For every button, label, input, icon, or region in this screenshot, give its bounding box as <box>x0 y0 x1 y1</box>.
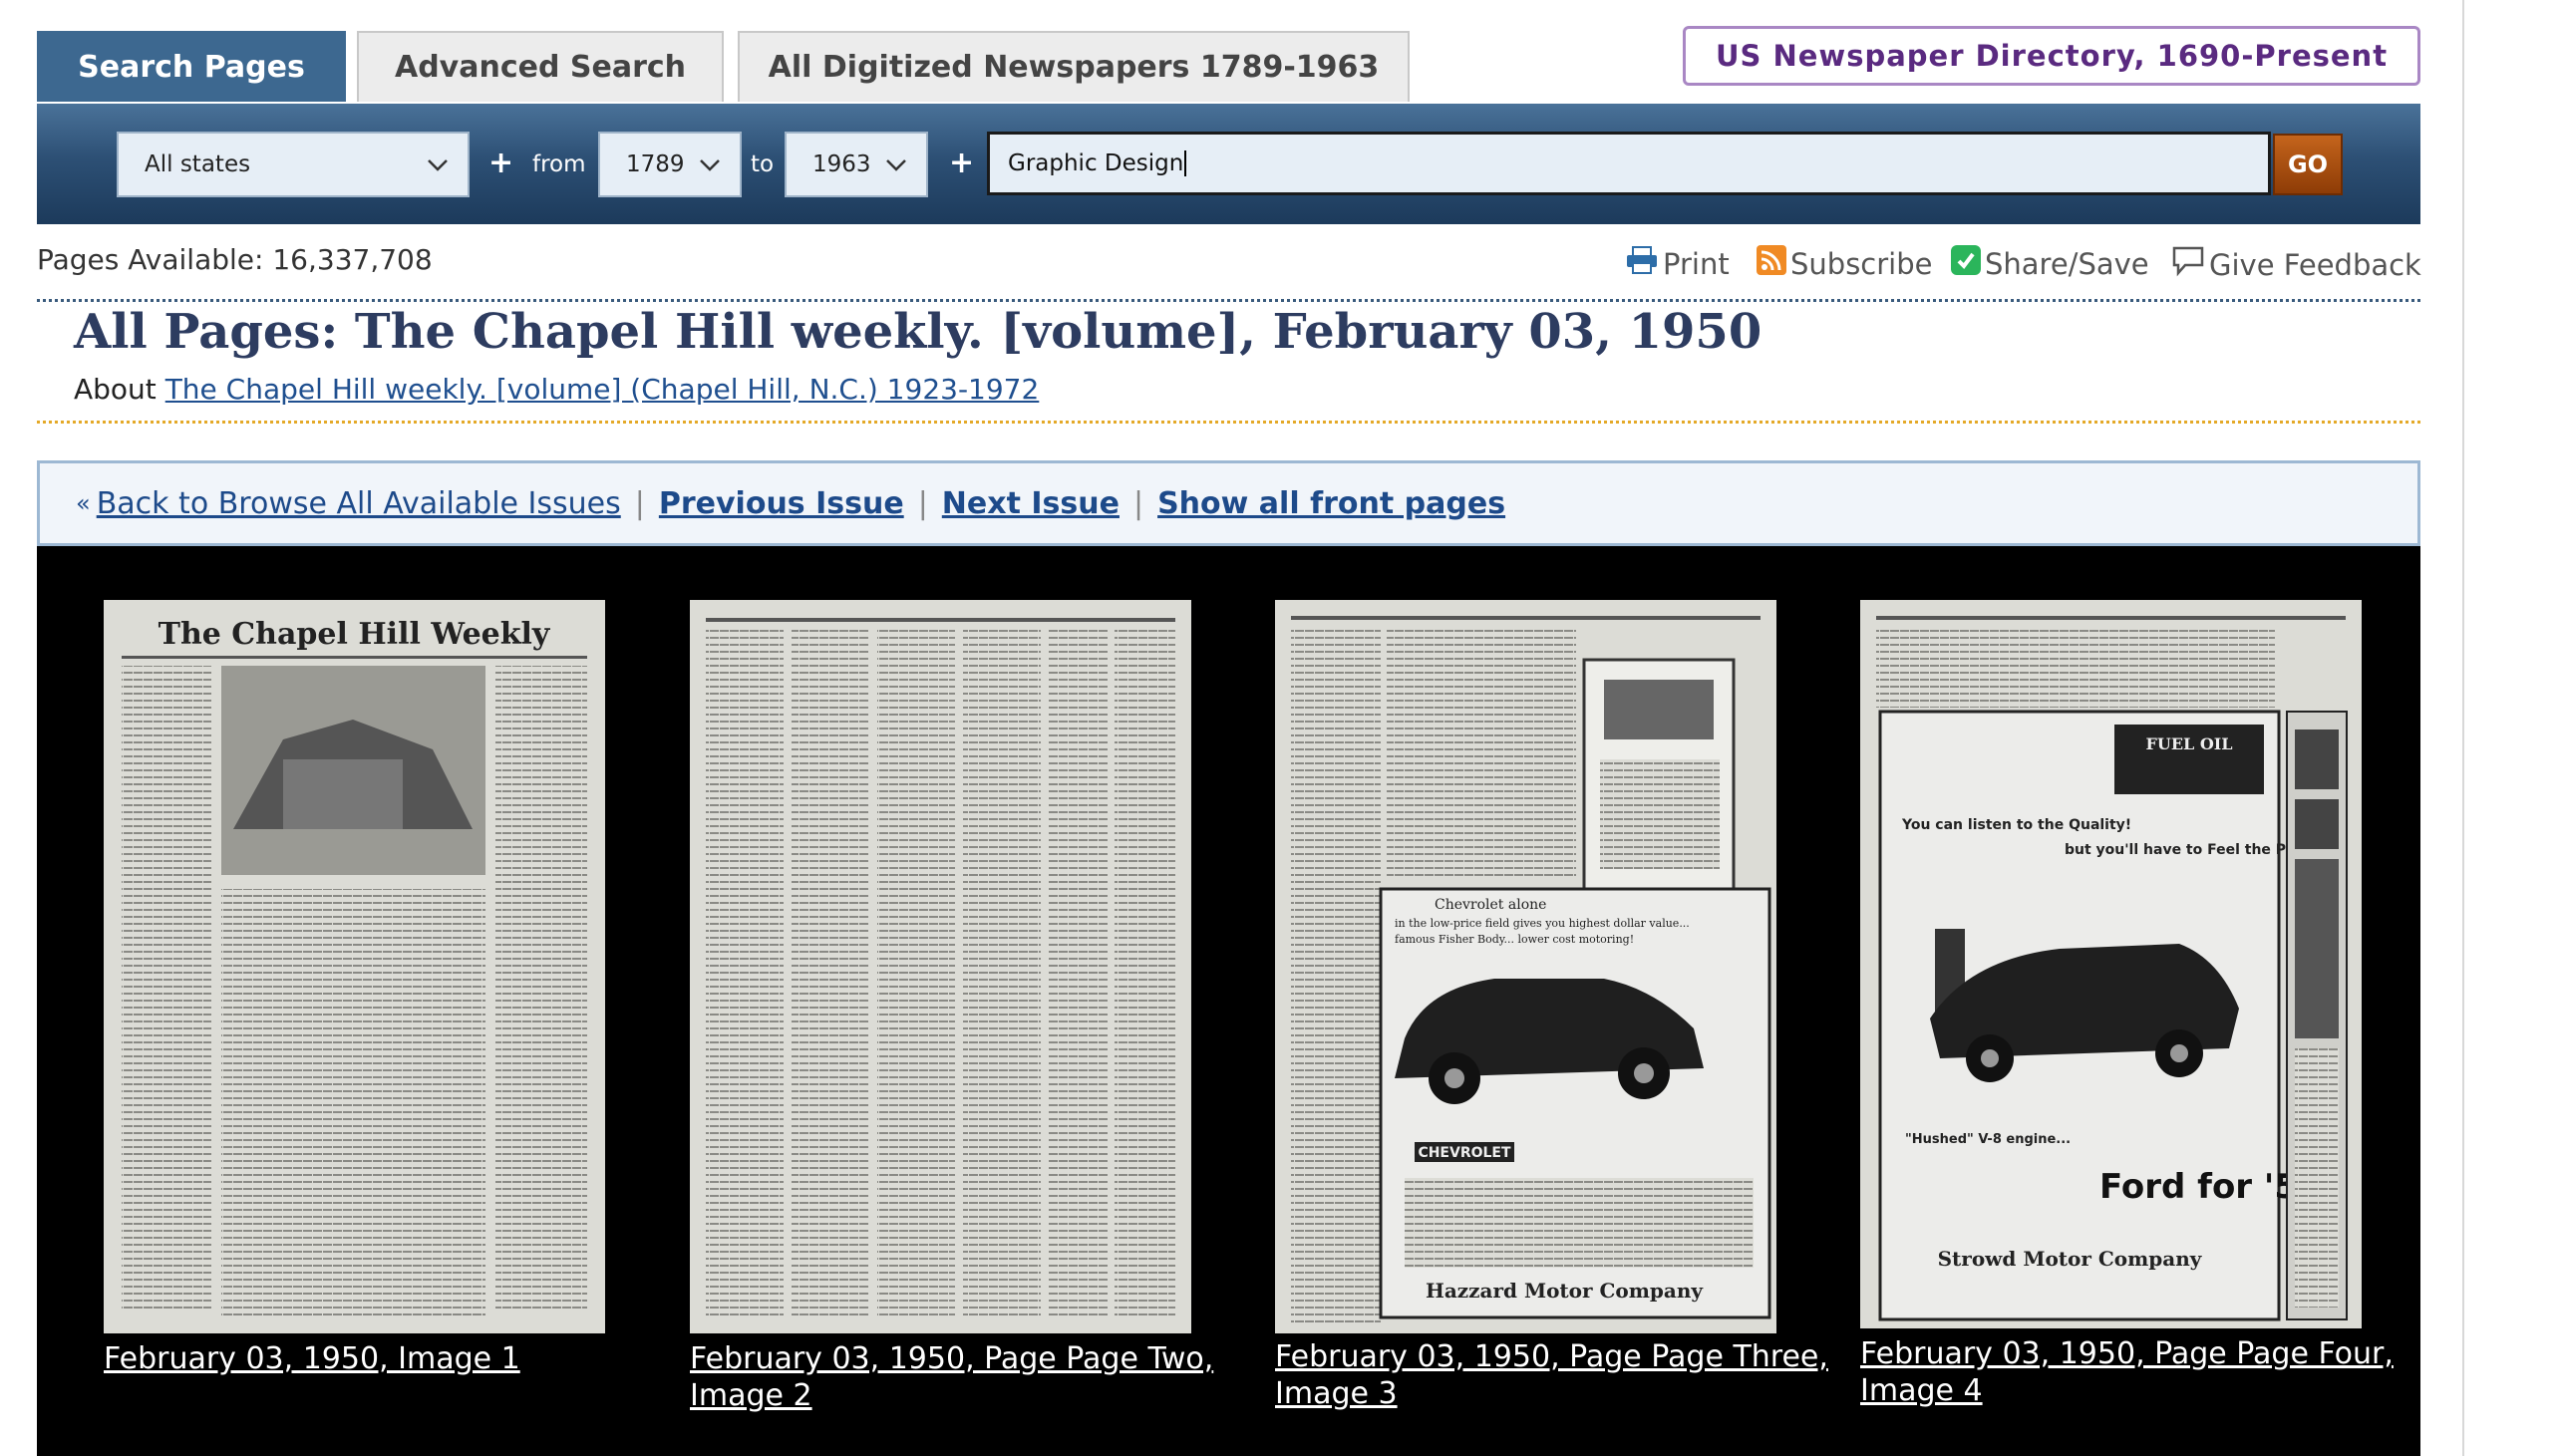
page-link-4[interactable]: February 03, 1950, Page Page Four, Image… <box>1860 1335 2418 1409</box>
give-feedback-label: Give Feedback <box>2209 247 2421 282</box>
page-link-2[interactable]: February 03, 1950, Page Page Two, Image … <box>690 1340 1248 1414</box>
page-link-3[interactable]: February 03, 1950, Page Page Three, Imag… <box>1275 1338 1833 1412</box>
tab-all-digitized-newspapers[interactable]: All Digitized Newspapers 1789-1963 <box>738 31 1410 102</box>
ad-line: "Hushed" V-8 engine... <box>1905 1132 2071 1147</box>
previous-issue-link[interactable]: Previous Issue <box>659 486 904 521</box>
about-line: About The Chapel Hill weekly. [volume] (… <box>74 373 1039 406</box>
divider <box>37 421 2420 424</box>
plus-icon: + <box>488 146 514 180</box>
subscribe-button[interactable]: Subscribe <box>1757 245 1932 282</box>
ad-line: in the low-price field gives you highest… <box>1395 917 1690 930</box>
print-label: Print <box>1663 246 1730 281</box>
to-year-select[interactable]: 1963 <box>785 132 928 197</box>
share-save-label: Share/Save <box>1985 246 2149 281</box>
masthead-text: The Chapel Hill Weekly <box>159 617 551 652</box>
newspaper-title-link[interactable]: The Chapel Hill weekly. [volume] (Chapel… <box>165 373 1040 406</box>
from-label: from <box>532 151 586 177</box>
back-to-browse-link[interactable]: Back to Browse All Available Issues <box>97 486 621 521</box>
about-label: About <box>74 373 157 406</box>
scrollbar-track[interactable] <box>2462 0 2464 1456</box>
ad-brand: CHEVROLET <box>1418 1145 1511 1161</box>
ad-dealer: Strowd Motor Company <box>1938 1247 2203 1271</box>
give-feedback-button[interactable]: Give Feedback <box>2171 245 2421 284</box>
ad-headline: Chevrolet alone <box>1435 897 1546 913</box>
separator: | <box>634 485 645 521</box>
printer-icon <box>1625 245 1659 282</box>
state-select-value: All states <box>145 151 251 177</box>
double-chevron-left-icon: « <box>76 489 91 517</box>
go-button[interactable]: GO <box>2273 134 2343 195</box>
page-thumbnail-2[interactable] <box>690 600 1191 1333</box>
ad-fuel: FUEL OIL <box>2146 734 2233 753</box>
page-link-1[interactable]: February 03, 1950, Image 1 <box>104 1340 662 1377</box>
state-select[interactable]: All states <box>117 132 470 197</box>
chevron-down-icon <box>426 152 450 182</box>
ad-headline: You can listen to the Quality! <box>1901 817 2131 833</box>
print-button[interactable]: Print <box>1625 245 1730 282</box>
plus-icon: + <box>949 146 975 180</box>
share-save-button[interactable]: Share/Save <box>1951 245 2149 282</box>
ad-line: famous Fisher Body... lower cost motorin… <box>1395 933 1634 946</box>
divider <box>37 299 2420 302</box>
pages-available-count: Pages Available: 16,337,708 <box>37 243 433 276</box>
page-thumbnail-1[interactable]: The Chapel Hill Weekly <box>104 600 605 1333</box>
to-label: to <box>751 151 775 177</box>
separator: | <box>1132 485 1144 521</box>
subscribe-label: Subscribe <box>1790 246 1933 281</box>
newspaper-directory-link[interactable]: US Newspaper Directory, 1690-Present <box>1683 26 2420 86</box>
ad-dealer: Hazzard Motor Company <box>1426 1279 1704 1303</box>
issue-navigation: « Back to Browse All Available Issues | … <box>37 460 2420 546</box>
tab-advanced-search[interactable]: Advanced Search <box>357 31 724 102</box>
to-year-value: 1963 <box>812 151 871 177</box>
speech-bubble-icon <box>2171 245 2205 284</box>
show-front-pages-link[interactable]: Show all front pages <box>1157 486 1505 521</box>
chevron-down-icon <box>884 152 908 182</box>
page-title: All Pages: The Chapel Hill weekly. [volu… <box>74 304 1763 360</box>
search-input-value: Graphic Design <box>1008 150 1184 176</box>
next-issue-link[interactable]: Next Issue <box>942 486 1120 521</box>
page-thumbnail-4[interactable]: FUEL OIL You can listen to the Quality! … <box>1860 600 2362 1328</box>
tab-search-pages[interactable]: Search Pages <box>37 31 346 102</box>
chevron-down-icon <box>698 152 722 182</box>
text-cursor: ​ <box>1184 150 1187 176</box>
from-year-value: 1789 <box>626 151 685 177</box>
separator: | <box>917 485 928 521</box>
share-icon <box>1951 245 1981 282</box>
from-year-select[interactable]: 1789 <box>598 132 742 197</box>
search-input[interactable]: Graphic Design​ <box>987 132 2271 195</box>
page-thumbnail-3[interactable]: Chevrolet alone in the low-price field g… <box>1275 600 1776 1333</box>
rss-icon <box>1757 245 1786 282</box>
